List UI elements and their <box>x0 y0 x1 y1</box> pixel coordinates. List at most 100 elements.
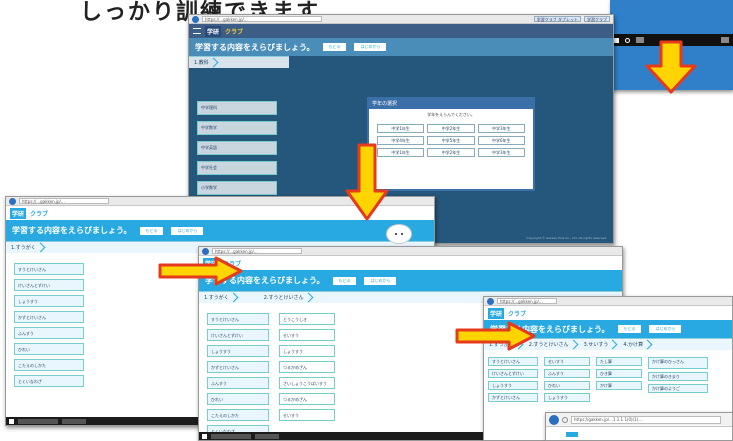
unit-item[interactable]: すうとけいさん <box>207 313 269 325</box>
breadcrumb-step[interactable]: 1.すうがく <box>6 242 46 254</box>
topic-item[interactable]: せいすう <box>544 357 590 366</box>
unit-item[interactable]: つるかめざん <box>279 361 335 373</box>
address-bar[interactable]: https://...gakken.jp/... <box>212 248 302 254</box>
unit-item[interactable]: こたえのしかた <box>207 409 269 421</box>
address-bar[interactable]: https://...gakken.jp/... <box>497 298 557 304</box>
unit-item[interactable]: けいさんとずけい <box>14 279 84 291</box>
breadcrumb-step[interactable]: 4.かけ算 <box>618 339 653 351</box>
grade-button[interactable]: 中学3年生 <box>477 124 525 133</box>
unit-item[interactable]: さいしょうこうばいすう <box>279 377 335 389</box>
grade-button[interactable]: 中学6年生 <box>477 136 525 145</box>
address-bar[interactable]: https://...gakken.jp/... <box>202 16 322 22</box>
browser-back-icon[interactable] <box>487 297 494 305</box>
unit-item[interactable]: ふんすう <box>14 327 84 339</box>
restart-button[interactable]: はじめから <box>364 276 397 285</box>
browser-back-icon[interactable] <box>549 414 559 425</box>
unit-item[interactable]: しょうすう <box>207 345 269 357</box>
unit-item[interactable]: ひれい <box>14 343 84 355</box>
grade-button[interactable]: 中学1年生 <box>377 124 425 133</box>
unit-item[interactable]: こたえのしかた <box>14 359 84 371</box>
browser-toolbar: https://gakken.jp/...1.1.1.1(0)(1)... <box>546 413 732 427</box>
restart-button[interactable]: はじめから <box>354 43 387 51</box>
site-header: 学研 クラブ <box>189 24 613 38</box>
browser-tab[interactable]: 学習クラブ タブレット <box>533 16 581 22</box>
unit-item[interactable]: せいすう <box>279 409 335 421</box>
back-button[interactable]: もどる <box>332 276 357 285</box>
restart-button[interactable]: はじめから <box>649 325 682 333</box>
breadcrumb-step[interactable]: 1.教科 <box>189 57 219 69</box>
browser-tab[interactable]: 学習クラブ <box>584 16 610 22</box>
topic-item[interactable]: かけ算のひっさん <box>648 357 708 369</box>
topic-item[interactable]: すうとけいさん <box>488 357 538 366</box>
site-header: 学研 クラブ <box>484 306 732 320</box>
prompt-text: 学習する内容をえらびましょう。 <box>12 226 132 235</box>
subject-item[interactable]: 中学数学 <box>197 121 277 135</box>
back-button[interactable]: もどる <box>139 226 164 235</box>
prompt-band: 学習する内容をえらびましょう。 もどる はじめから <box>199 270 622 291</box>
unit-item[interactable]: かずとけいさん <box>207 361 269 373</box>
windows-icon[interactable] <box>202 433 207 439</box>
topic-item[interactable]: しょうすう <box>544 393 590 402</box>
back-button[interactable]: もどる <box>322 43 347 51</box>
browser-back-icon[interactable] <box>202 247 209 255</box>
taskbar-app[interactable] <box>18 418 58 424</box>
grade-button[interactable]: 中学5年生 <box>427 136 475 145</box>
topic-item[interactable]: かけ算のきまり <box>648 372 708 381</box>
back-button[interactable]: もどる <box>617 325 642 333</box>
subject-item[interactable]: 中学理科 <box>197 101 277 115</box>
breadcrumb-step[interactable]: 1.すうがく <box>199 292 239 304</box>
grade-grid: 中学1年生 中学2年生 中学3年生 中学4年生 中学5年生 中学6年生 中学1年… <box>369 121 533 160</box>
grade-button[interactable]: 中学2年生 <box>427 148 475 157</box>
site-logo-mini <box>566 432 578 437</box>
breadcrumb-step[interactable]: 2.すうとけいさん <box>259 292 314 304</box>
topic-item[interactable]: しょうすう <box>488 381 538 390</box>
browser-toolbar: https://...gakken.jp/... <box>199 247 622 256</box>
browser-toolbar: https://...gakken.jp/... <box>484 297 732 306</box>
unit-item[interactable]: しょうすう <box>279 345 335 357</box>
topic-item[interactable]: ひき算 <box>596 369 642 378</box>
browser-back-icon[interactable] <box>192 15 199 23</box>
subject-item[interactable]: 中学社会 <box>197 161 277 175</box>
subject-item[interactable]: 小学数学 <box>197 181 277 195</box>
copyright-footer: Copyright © Gakken Plus Co., Ltd. All ri… <box>526 236 607 240</box>
grade-button[interactable]: 中学3年生 <box>477 148 525 157</box>
topic-item[interactable]: たし算 <box>596 357 642 366</box>
taskbar-app[interactable] <box>211 433 251 439</box>
refresh-icon[interactable] <box>562 416 568 423</box>
unit-item[interactable]: つるかめざん <box>279 393 335 405</box>
topic-item[interactable]: かけ算 <box>596 381 642 390</box>
unit-item[interactable]: ひれい <box>207 393 269 405</box>
taskbar-app[interactable] <box>62 418 86 424</box>
unit-item[interactable]: かずとけいさん <box>14 311 84 323</box>
breadcrumb: 1.教科 <box>189 56 289 68</box>
windows-icon[interactable] <box>9 418 14 424</box>
unit-item[interactable]: とうこうしき <box>279 313 335 325</box>
menu-icon[interactable] <box>193 28 201 34</box>
topic-item[interactable]: かずとけいさん <box>488 393 538 402</box>
address-bar[interactable]: https://...gakken.jp/... <box>19 198 109 204</box>
unit-item[interactable]: すうとけいさん <box>14 263 84 275</box>
site-logo: 学研 <box>488 307 505 319</box>
unit-item[interactable]: けいさんとずけい <box>207 329 269 341</box>
topic-item[interactable]: ひれい <box>544 381 590 390</box>
restart-button[interactable]: はじめから <box>171 226 204 235</box>
unit-item[interactable]: ふんすう <box>207 377 269 389</box>
brand-name: クラブ <box>508 310 527 318</box>
mascot-icon <box>386 224 412 244</box>
taskbar-app[interactable] <box>255 433 279 439</box>
unit-item[interactable]: しょうすう <box>14 295 84 307</box>
topic-item[interactable]: ふんすう <box>544 369 590 378</box>
breadcrumb-step[interactable]: 3.せいすう <box>579 339 619 351</box>
address-bar[interactable]: https://gakken.jp/...1.1.1.1(0)(1)... <box>571 415 721 424</box>
screenshot-lesson-start: https://gakken.jp/...1.1.1.1(0)(1)... <box>545 412 733 441</box>
topic-item[interactable]: かけ算のようご <box>648 384 708 393</box>
unit-item[interactable]: せいすう <box>279 329 335 341</box>
subject-item[interactable]: 中学英語 <box>197 141 277 155</box>
unit-item[interactable]: とくいなわざ <box>14 375 84 387</box>
down-arrow-icon <box>645 40 697 94</box>
dialog-description: 学年をえらんでください。 <box>427 112 475 117</box>
site-logo: 学研 <box>205 25 222 37</box>
topic-item[interactable]: けいさんとずけい <box>488 369 538 378</box>
grade-button[interactable]: 中学2年生 <box>427 124 475 133</box>
browser-back-icon[interactable] <box>9 197 16 205</box>
